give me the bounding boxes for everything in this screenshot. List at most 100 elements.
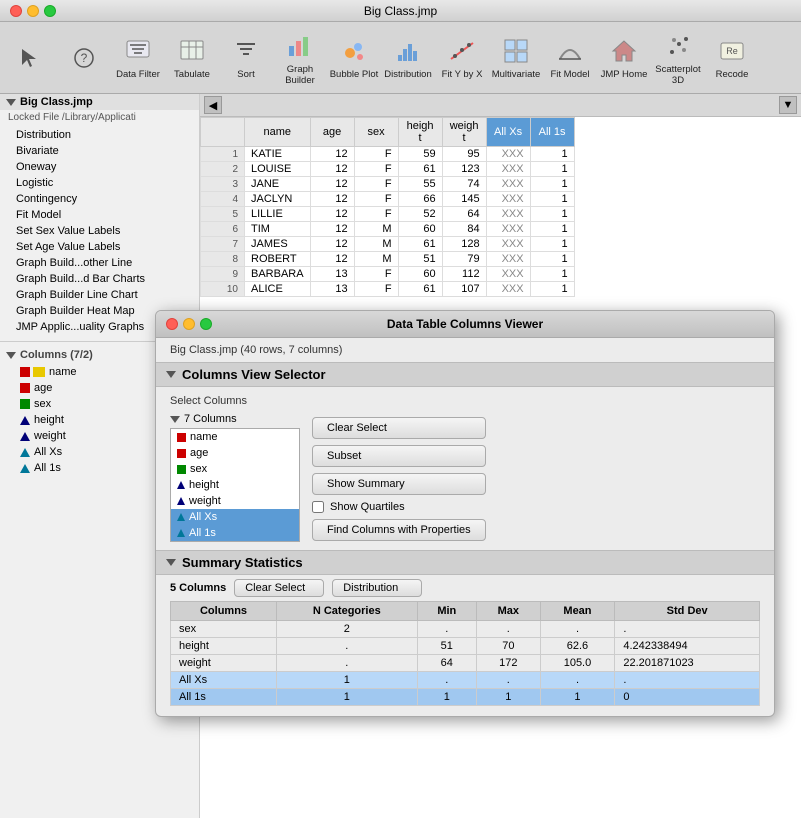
col-all1s-label: All 1s (34, 462, 61, 474)
scroll-left-btn[interactable]: ◀ (204, 96, 222, 114)
toolbar-tabulate[interactable]: Tabulate (166, 28, 218, 88)
cell-height: 60 (398, 222, 442, 237)
cell-age: 12 (310, 252, 354, 267)
clear-select-button[interactable]: Clear Select (312, 417, 486, 439)
show-quartiles-checkbox[interactable] (312, 501, 324, 513)
toolbar-fit-model[interactable]: Fit Model (544, 28, 596, 88)
toolbar-multivariate[interactable]: Multivariate (490, 28, 542, 88)
sidebar-item-set-age-labels[interactable]: Set Age Value Labels (0, 239, 199, 255)
sidebar-item-set-sex-labels[interactable]: Set Sex Value Labels (0, 223, 199, 239)
col-list-name[interactable]: name (171, 429, 299, 445)
col-list-all1s[interactable]: All 1s (171, 525, 299, 541)
summary-section-toggle-icon (166, 559, 176, 566)
dialog-traffic-lights[interactable] (166, 318, 212, 330)
dialog-maximize-btn[interactable] (200, 318, 212, 330)
maximize-button[interactable] (44, 5, 56, 17)
summary-cell-col: weight (171, 655, 277, 672)
dialog-minimize-btn[interactable] (183, 318, 195, 330)
toolbar-data-filter[interactable]: Data Filter (112, 28, 164, 88)
dialog-close-btn[interactable] (166, 318, 178, 330)
sidebar-item-contingency[interactable]: Contingency (0, 191, 199, 207)
cell-weight: 64 (442, 207, 486, 222)
traffic-lights[interactable] (10, 5, 56, 17)
pointer-icon (14, 42, 46, 74)
table-header-sex[interactable]: sex (354, 118, 398, 147)
columns-layout: 7 Columns name age sex (170, 413, 760, 542)
toolbar-fit-y-x[interactable]: Fit Y by X (436, 28, 488, 88)
distribution-label: Distribution (384, 69, 432, 80)
cell-sex: M (354, 222, 398, 237)
col-list-sex[interactable]: sex (171, 461, 299, 477)
table-header-name[interactable]: name (245, 118, 311, 147)
filter-icon-btn[interactable]: ▼ (779, 96, 797, 114)
select-columns-label: Select Columns (170, 395, 760, 407)
columns-view-section-header[interactable]: Columns View Selector (156, 362, 774, 387)
toolbar-help[interactable]: ? (58, 28, 110, 88)
table-header-height[interactable]: height (398, 118, 442, 147)
cell-age: 12 (310, 147, 354, 162)
table-header-rownum (201, 118, 245, 147)
cell-weight: 112 (442, 267, 486, 282)
toolbar-graph-builder[interactable]: Graph Builder (274, 28, 326, 88)
minimize-button[interactable] (27, 5, 39, 17)
summary-cell-std: . (615, 672, 760, 689)
show-quartiles-label: Show Quartiles (330, 501, 405, 513)
sidebar-item-oneway[interactable]: Oneway (0, 159, 199, 175)
table-header-allxs[interactable]: All Xs (486, 118, 530, 147)
summary-body: 5 Columns Clear Select Distribution Colu… (156, 575, 774, 716)
dialog-subtitle: Big Class.jmp (40 rows, 7 columns) (156, 338, 774, 362)
col-list-icon-all1s (177, 529, 185, 537)
toolbar-recode[interactable]: Re Recode (706, 28, 758, 88)
cell-rownum: 7 (201, 237, 245, 252)
sidebar-item-distribution[interactable]: Distribution (0, 127, 199, 143)
summary-clear-select-button[interactable]: Clear Select (234, 579, 324, 597)
toolbar-pointer[interactable] (4, 28, 56, 88)
sidebar-item-graph-line[interactable]: Graph Build...other Line (0, 255, 199, 271)
toolbar-jmp-home[interactable]: JMP Home (598, 28, 650, 88)
toolbar-scatterplot-3d[interactable]: Scatterplot 3D (652, 28, 704, 88)
summary-cell-col: sex (171, 621, 277, 638)
summary-col-header-std: Std Dev (615, 602, 760, 621)
sidebar-item-graph-line-chart[interactable]: Graph Builder Line Chart (0, 287, 199, 303)
cell-all1s: 1 (530, 207, 574, 222)
close-button[interactable] (10, 5, 22, 17)
sidebar-item-logistic[interactable]: Logistic (0, 175, 199, 191)
find-columns-button[interactable]: Find Columns with Properties (312, 519, 486, 541)
fit-y-x-icon (446, 35, 478, 67)
columns-list-header: 7 Columns (170, 413, 300, 425)
sort-icon (230, 35, 262, 67)
dialog-title: Data Table Columns Viewer (387, 317, 543, 331)
col-list-label-name: name (190, 431, 218, 443)
table-header-all1s[interactable]: All 1s (530, 118, 574, 147)
col-list-height[interactable]: height (171, 477, 299, 493)
table-header-weight[interactable]: weight (442, 118, 486, 147)
toolbar-bubble-plot[interactable]: Bubble Plot (328, 28, 380, 88)
summary-cell-max: . (477, 621, 541, 638)
sidebar-file-header[interactable]: Big Class.jmp (0, 94, 199, 110)
col-list-label-age: age (190, 447, 208, 459)
sidebar-item-fit-model[interactable]: Fit Model (0, 207, 199, 223)
summary-row: sex 2 . . . . (171, 621, 760, 638)
summary-col-header-min: Min (417, 602, 477, 621)
summary-distribution-button[interactable]: Distribution (332, 579, 422, 597)
cell-name: ALICE (245, 282, 311, 297)
cell-sex: F (354, 162, 398, 177)
show-summary-button[interactable]: Show Summary (312, 473, 486, 495)
cell-age: 12 (310, 222, 354, 237)
toolbar-sort[interactable]: Sort (220, 28, 272, 88)
col-list-age[interactable]: age (171, 445, 299, 461)
col-list-allxs[interactable]: All Xs (171, 509, 299, 525)
col-list-weight[interactable]: weight (171, 493, 299, 509)
subset-button[interactable]: Subset (312, 445, 486, 467)
cell-rownum: 5 (201, 207, 245, 222)
summary-cell-std: 4.242338494 (615, 638, 760, 655)
col-allxs-label: All Xs (34, 446, 62, 458)
summary-cell-col: All 1s (171, 689, 277, 706)
toolbar-distribution[interactable]: Distribution (382, 28, 434, 88)
table-header-age[interactable]: age (310, 118, 354, 147)
sidebar-item-graph-bar[interactable]: Graph Build...d Bar Charts (0, 271, 199, 287)
sidebar-item-bivariate[interactable]: Bivariate (0, 143, 199, 159)
cell-name: LILLIE (245, 207, 311, 222)
cell-age: 12 (310, 237, 354, 252)
summary-section-header[interactable]: Summary Statistics (156, 550, 774, 575)
